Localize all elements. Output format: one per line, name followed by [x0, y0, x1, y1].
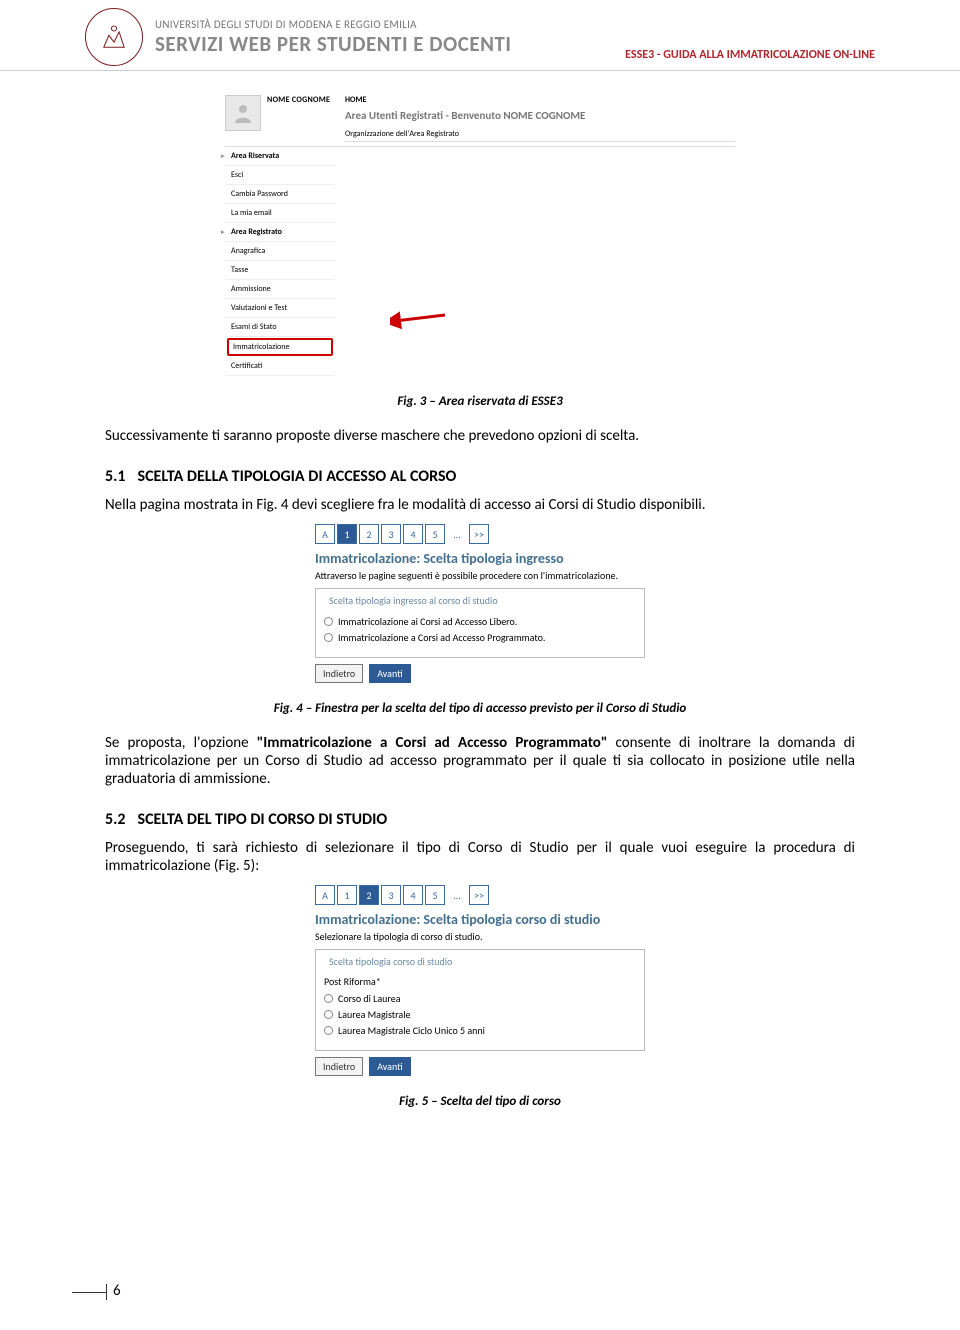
wizard2-step-dots: … — [447, 885, 467, 905]
radio-icon — [324, 1010, 333, 1019]
menu-item-esci: Esci — [225, 166, 335, 185]
fig4-back-button: Indietro — [315, 664, 363, 683]
radio-icon — [324, 994, 333, 1003]
fig4-option-2: Immatricolazione a Corsi ad Accesso Prog… — [324, 631, 636, 644]
wizard-step-next: >> — [469, 524, 489, 544]
para3-bold: "Immatricolazione a Corsi ad Accesso Pro… — [257, 734, 608, 752]
menu-item-immatricolazione: Immatricolazione — [227, 338, 333, 356]
sidebar-menu: Area Riservata Esci Cambia Password La m… — [225, 147, 335, 376]
university-logo — [85, 8, 143, 66]
wizard2-step-4: 4 — [403, 885, 423, 905]
university-name: UNIVERSITÀ DEGLI STUDI DI MODENA E REGGI… — [155, 18, 613, 31]
figure-3-wrapper: NOME COGNOME HOME Area Utenti Registrati… — [105, 91, 855, 376]
fig5-forward-button: Avanti — [369, 1057, 411, 1076]
fig5-title: Immatricolazione: Scelta tipologia corso… — [315, 911, 645, 928]
menu-item-ammissione: Ammissione — [225, 280, 335, 299]
welcome-text: Area Utenti Registrati - Benvenuto NOME … — [345, 109, 735, 122]
wizard2-step-next: >> — [469, 885, 489, 905]
avatar-icon — [225, 95, 261, 131]
figure-3: NOME COGNOME HOME Area Utenti Registrati… — [225, 91, 735, 376]
figure-5-wrapper: A 1 2 3 4 5 … >> Immatricolazione: Scelt… — [105, 885, 855, 1076]
header-titles: UNIVERSITÀ DEGLI STUDI DI MODENA E REGGI… — [155, 18, 613, 57]
wizard2-step-5: 5 — [425, 885, 445, 905]
paragraph-2: Nella pagina mostrata in Fig. 4 devi sce… — [105, 496, 855, 514]
wizard2-step-1: 1 — [337, 885, 357, 905]
fig5-option-3: Laurea Magistrale Ciclo Unico 5 anni — [324, 1024, 636, 1037]
page-number-decoration: 6 — [72, 1284, 121, 1300]
fig5-option-2-label: Laurea Magistrale — [338, 1008, 410, 1021]
fig5-option-1-label: Corso di Laurea — [338, 992, 401, 1005]
menu-item-email: La mia email — [225, 204, 335, 223]
wizard-step-a: A — [315, 524, 335, 544]
fig4-subtitle: Attraverso le pagine seguenti è possibil… — [315, 569, 645, 582]
fig5-back-button: Indietro — [315, 1057, 363, 1076]
breadcrumb-home: HOME — [345, 95, 735, 105]
fig5-fieldset: Scelta tipologia corso di studio Post Ri… — [315, 949, 645, 1051]
wizard-step-5: 5 — [425, 524, 445, 544]
figure-3-caption: Fig. 3 – Area riservata di ESSE3 — [105, 394, 855, 409]
wizard-step-dots: … — [447, 524, 467, 544]
org-text: Organizzazione dell'Area Registrato — [345, 129, 735, 142]
paragraph-3: Se proposta, l'opzione "Immatricolazione… — [105, 734, 855, 788]
fig4-title: Immatricolazione: Scelta tipologia ingre… — [315, 550, 645, 567]
wizard-steps: A 1 2 3 4 5 … >> — [315, 524, 645, 544]
user-name: NOME COGNOME — [267, 95, 330, 131]
wizard-step-3: 3 — [381, 524, 401, 544]
figure-4-caption: Fig. 4 – Finestra per la scelta del tipo… — [105, 701, 855, 716]
figure-5-caption: Fig. 5 – Scelta del tipo di corso — [105, 1094, 855, 1109]
figure-4-wrapper: A 1 2 3 4 5 … >> Immatricolazione: Scelt… — [105, 524, 855, 683]
wizard-steps-2: A 1 2 3 4 5 … >> — [315, 885, 645, 905]
menu-header-registrato: Area Registrato — [225, 223, 335, 242]
fig4-option-1-label: Immatricolazione ai Corsi ad Accesso Lib… — [338, 615, 517, 628]
fig5-legend: Scelta tipologia corso di studio — [326, 955, 455, 968]
fig4-forward-button: Avanti — [369, 664, 411, 683]
page-header: UNIVERSITÀ DEGLI STUDI DI MODENA E REGGI… — [0, 0, 960, 71]
menu-item-tasse: Tasse — [225, 261, 335, 280]
page-content: NOME COGNOME HOME Area Utenti Registrati… — [0, 71, 960, 1147]
fig5-option-1: Corso di Laurea — [324, 992, 636, 1005]
fig4-option-2-label: Immatricolazione a Corsi ad Accesso Prog… — [338, 631, 545, 644]
arrow-icon — [390, 309, 450, 329]
page-number: 6 — [113, 1282, 121, 1300]
document-title: ESSE3 - GUIDA ALLA IMMATRICOLAZIONE ON-L… — [625, 48, 875, 66]
wizard2-step-3: 3 — [381, 885, 401, 905]
menu-item-anagrafica: Anagrafica — [225, 242, 335, 261]
wizard-step-4: 4 — [403, 524, 423, 544]
section-5-1-text: SCELTA DELLA TIPOLOGIA DI ACCESSO AL COR… — [138, 467, 457, 486]
menu-item-valutazioni: Valutazioni e Test — [225, 299, 335, 318]
para3-a: Se proposta, l'opzione — [105, 734, 257, 752]
menu-item-password: Cambia Password — [225, 185, 335, 204]
figure-4: A 1 2 3 4 5 … >> Immatricolazione: Scelt… — [315, 524, 645, 683]
menu-item-esami: Esami di Stato — [225, 318, 335, 337]
fig5-subtitle: Selezionare la tipologia di corso di stu… — [315, 930, 645, 943]
service-title: SERVIZI WEB PER STUDENTI E DOCENTI — [155, 31, 613, 57]
menu-item-certificati: Certificati — [225, 357, 335, 376]
radio-icon — [324, 633, 333, 642]
wizard-step-2: 2 — [359, 524, 379, 544]
radio-icon — [324, 1026, 333, 1035]
paragraph-1: Successivamente ti saranno proposte dive… — [105, 427, 855, 445]
paragraph-4: Proseguendo, ti sarà richiesto di selezi… — [105, 839, 855, 875]
wizard-step-1: 1 — [337, 524, 357, 544]
fig5-post-riforma: Post Riforma* — [324, 975, 636, 988]
section-5-2-title: 5.2 SCELTA DEL TIPO DI CORSO DI STUDIO — [105, 810, 855, 829]
section-5-1-number: 5.1 — [105, 467, 126, 486]
wizard2-step-a: A — [315, 885, 335, 905]
fig5-option-2: Laurea Magistrale — [324, 1008, 636, 1021]
figure-5: A 1 2 3 4 5 … >> Immatricolazione: Scelt… — [315, 885, 645, 1076]
fig5-buttons: Indietro Avanti — [315, 1057, 645, 1076]
wizard2-step-2: 2 — [359, 885, 379, 905]
fig4-buttons: Indietro Avanti — [315, 664, 645, 683]
fig4-fieldset: Scelta tipologia ingresso al corso di st… — [315, 588, 645, 658]
section-5-1-title: 5.1 SCELTA DELLA TIPOLOGIA DI ACCESSO AL … — [105, 467, 855, 486]
fig4-legend: Scelta tipologia ingresso al corso di st… — [326, 594, 501, 607]
radio-icon — [324, 617, 333, 626]
section-5-2-text: SCELTA DEL TIPO DI CORSO DI STUDIO — [138, 810, 388, 829]
menu-header-riservata: Area Riservata — [225, 147, 335, 166]
fig5-option-3-label: Laurea Magistrale Ciclo Unico 5 anni — [338, 1024, 485, 1037]
fig4-option-1: Immatricolazione ai Corsi ad Accesso Lib… — [324, 615, 636, 628]
section-5-2-number: 5.2 — [105, 810, 126, 829]
